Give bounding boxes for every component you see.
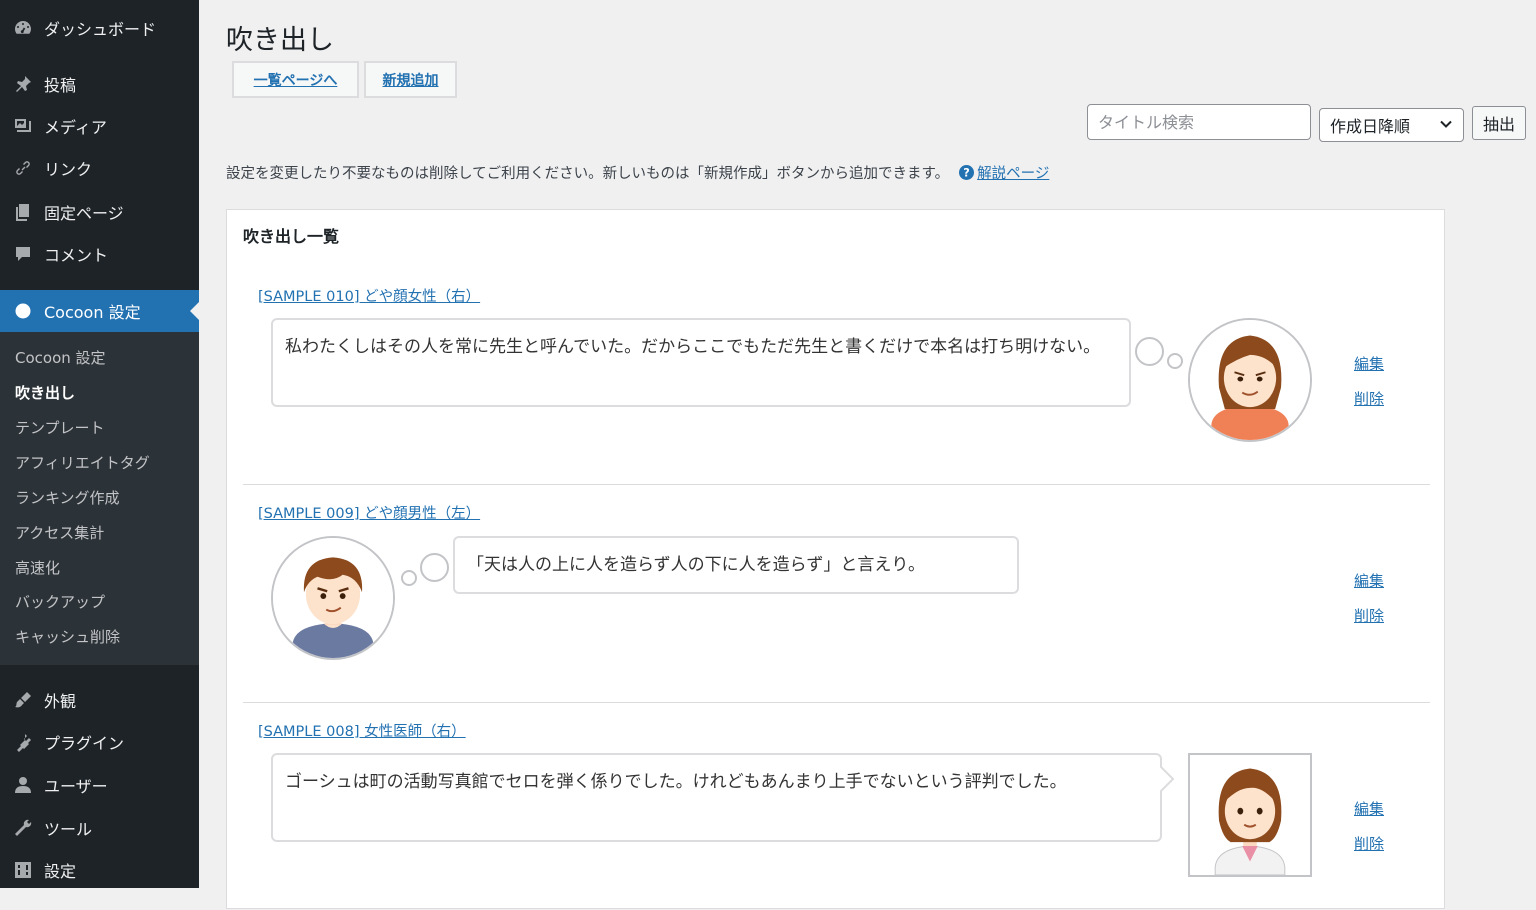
title-search-input[interactable] xyxy=(1087,104,1311,140)
sort-order-select[interactable]: 作成日降順 xyxy=(1319,108,1464,142)
balloon-entry: [SAMPLE 009] どや顔男性（左） 「天は人の上に人を造らず人の下に人を… xyxy=(243,502,1430,692)
submenu-item-cocoon-settings[interactable]: Cocoon 設定 xyxy=(15,346,106,370)
menu-item-posts[interactable]: 投稿 xyxy=(0,66,199,102)
menu-item-pages[interactable]: 固定ページ xyxy=(0,194,199,230)
edit-link[interactable]: 編集 xyxy=(1354,798,1384,819)
menu-item-comments[interactable]: コメント xyxy=(0,236,199,272)
menu-item-label: ユーザー xyxy=(44,777,108,796)
smug-woman-avatar xyxy=(1188,318,1312,442)
settings-icon xyxy=(12,859,34,881)
menu-item-users[interactable]: ユーザー xyxy=(0,767,199,803)
add-new-button[interactable]: 新規追加 xyxy=(364,61,457,98)
edit-link[interactable]: 編集 xyxy=(1354,353,1384,374)
edit-link[interactable]: 編集 xyxy=(1354,570,1384,591)
thought-bubble-dot-large xyxy=(420,553,449,582)
cocoon-submenu: Cocoon 設定 吹き出し テンプレート アフィリエイトタグ ランキング作成 … xyxy=(0,332,199,665)
help-page-link[interactable]: 解説ページ xyxy=(977,162,1049,183)
chevron-down-icon xyxy=(1440,120,1452,128)
media-icon xyxy=(12,115,34,137)
cocoon-icon xyxy=(12,300,34,322)
menu-item-tools[interactable]: ツール xyxy=(0,810,199,846)
balloon-entry-title[interactable]: [SAMPLE 008] 女性医師（右） xyxy=(258,720,466,741)
tool-icon xyxy=(12,817,34,839)
balloon-entry-title[interactable]: [SAMPLE 010] どや顔女性（右） xyxy=(258,285,480,306)
submenu-item-ranking[interactable]: ランキング作成 xyxy=(15,486,120,510)
submenu-item-templates[interactable]: テンプレート xyxy=(15,416,105,440)
menu-item-label: メディア xyxy=(44,118,107,137)
pages-icon xyxy=(12,201,34,223)
menu-item-label: Cocoon 設定 xyxy=(44,303,141,322)
menu-item-label: 設定 xyxy=(44,862,77,881)
entry-divider xyxy=(243,484,1430,485)
menu-item-media[interactable]: メディア xyxy=(0,108,199,144)
smug-man-avatar xyxy=(271,536,395,660)
list-page-button[interactable]: 一覧ページへ xyxy=(232,61,359,98)
balloon-entry-title[interactable]: [SAMPLE 009] どや顔男性（左） xyxy=(258,502,480,523)
thought-bubble-dot-small xyxy=(401,570,417,586)
menu-item-label: 外観 xyxy=(44,692,77,711)
menu-item-label: 固定ページ xyxy=(44,204,124,223)
thought-bubble-dot-large xyxy=(1135,337,1164,366)
menu-item-label: プラグイン xyxy=(44,734,125,753)
submenu-item-backup[interactable]: バックアップ xyxy=(15,590,105,614)
menu-item-cocoon-settings[interactable]: Cocoon 設定 xyxy=(0,290,199,332)
admin-sidebar: ダッシュボード 投稿 メディア リンク 固定ページ コメント Cocoon 設定… xyxy=(0,0,199,888)
submenu-item-clear-cache[interactable]: キャッシュ削除 xyxy=(15,625,120,649)
delete-link[interactable]: 削除 xyxy=(1354,605,1384,626)
submenu-item-access-stats[interactable]: アクセス集計 xyxy=(15,521,104,545)
user-icon xyxy=(12,774,34,796)
plugin-icon xyxy=(12,731,34,753)
filter-button[interactable]: 抽出 xyxy=(1472,106,1526,140)
balloon-entry: [SAMPLE 008] 女性医師（右） ゴーシュは町の活動写真館でセロを弾く係… xyxy=(243,720,1430,910)
menu-item-settings[interactable]: 設定 xyxy=(0,852,199,888)
menu-item-appearance[interactable]: 外観 xyxy=(0,682,199,718)
page-title: 吹き出し xyxy=(226,25,334,56)
svg-text:?: ? xyxy=(963,167,970,180)
link-icon xyxy=(12,157,34,179)
notice-text-row: 設定を変更したり不要なものは削除してご利用ください。新しいものは「新規作成」ボタ… xyxy=(226,162,1049,183)
menu-item-plugins[interactable]: プラグイン xyxy=(0,724,199,760)
balloon-text: 私わたくしはその人を常に先生と呼んでいた。だからここでもただ先生と書くだけで本名… xyxy=(271,318,1131,407)
submenu-item-speed-up[interactable]: 高速化 xyxy=(15,556,60,580)
female-doctor-avatar xyxy=(1188,753,1312,877)
balloon-list-panel: 吹き出し一覧 [SAMPLE 010] どや顔女性（右） 私わたくしはその人を常… xyxy=(226,209,1445,909)
menu-item-links[interactable]: リンク xyxy=(0,150,199,186)
dashboard-icon xyxy=(12,17,34,39)
menu-item-dashboard[interactable]: ダッシュボード xyxy=(0,10,199,46)
help-icon: ? xyxy=(959,165,975,180)
pin-icon xyxy=(12,73,34,95)
menu-item-label: コメント xyxy=(44,246,109,265)
menu-item-label: リンク xyxy=(44,160,93,179)
submenu-item-balloons[interactable]: 吹き出し xyxy=(15,381,75,405)
sort-order-value: 作成日降順 xyxy=(1330,117,1411,136)
notice-text: 設定を変更したり不要なものは削除してご利用ください。新しいものは「新規作成」ボタ… xyxy=(226,166,950,182)
speech-balloon-tail xyxy=(1160,766,1174,792)
menu-item-label: ツール xyxy=(44,820,93,839)
appearance-icon xyxy=(12,689,34,711)
delete-link[interactable]: 削除 xyxy=(1354,833,1384,854)
menu-item-label: ダッシュボード xyxy=(44,20,157,39)
thought-bubble-dot-small xyxy=(1167,353,1183,369)
entry-divider xyxy=(243,702,1430,703)
balloon-text: 「天は人の上に人を造らず人の下に人を造らず」と言えり。 xyxy=(453,536,1019,594)
comment-icon xyxy=(12,243,34,265)
submenu-item-affiliate-tags[interactable]: アフィリエイトタグ xyxy=(15,451,150,475)
menu-item-label: 投稿 xyxy=(44,76,77,95)
panel-title: 吹き出し一覧 xyxy=(243,227,340,246)
balloon-text: ゴーシュは町の活動写真館でセロを弾く係りでした。けれどもあんまり上手でないという… xyxy=(271,753,1162,842)
delete-link[interactable]: 削除 xyxy=(1354,388,1384,409)
balloon-entry: [SAMPLE 010] どや顔女性（右） 私わたくしはその人を常に先生と呼んで… xyxy=(243,285,1430,475)
